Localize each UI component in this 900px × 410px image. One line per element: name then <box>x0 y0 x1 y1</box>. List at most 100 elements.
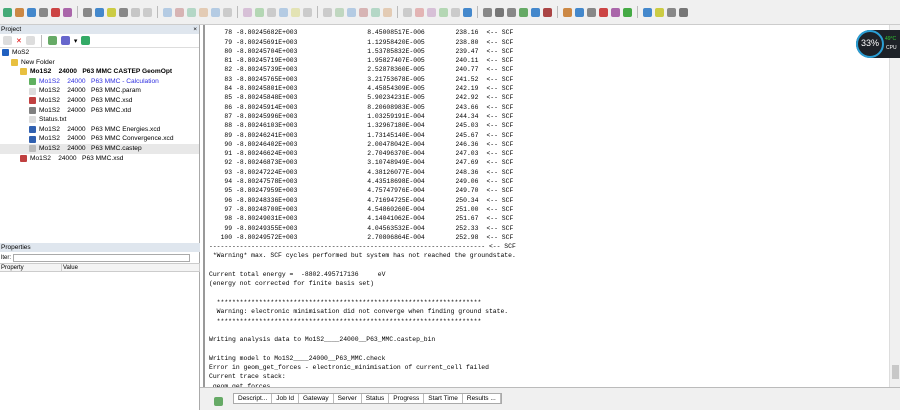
toolbar-button-icon[interactable] <box>587 7 596 17</box>
scf-change: 4.38126077E-004 <box>367 168 425 176</box>
toolbar-button-icon[interactable] <box>255 7 264 17</box>
toolbar-button-icon[interactable] <box>303 7 312 17</box>
tree-item[interactable]: Mo1S2 24000 P63 MMC - Calculation <box>0 77 199 87</box>
toolbar-button-icon[interactable] <box>175 7 184 17</box>
refresh-icon[interactable] <box>47 36 57 45</box>
toolbar-button-icon[interactable] <box>667 7 676 17</box>
scf-time: 251.00 <box>455 205 479 213</box>
toolbar-button-icon[interactable] <box>83 7 92 17</box>
toolbar-button-icon[interactable] <box>163 7 172 17</box>
toolbar-button-icon[interactable] <box>679 7 688 17</box>
scf-time: 238.80 <box>455 38 479 46</box>
toolbar-button-icon[interactable] <box>63 7 72 17</box>
toolbar-button-icon[interactable] <box>563 7 572 17</box>
job-column-header[interactable]: Gateway <box>299 394 334 403</box>
toolbar-button-icon[interactable] <box>483 7 492 17</box>
toolbar-button-icon[interactable] <box>187 7 196 17</box>
tree-item[interactable]: Mo1S2 24000 P63 MMC.castep <box>0 143 199 154</box>
toolbar-button-icon[interactable] <box>39 7 48 17</box>
toolbar-button-icon[interactable] <box>531 7 540 17</box>
toolbar-button-icon[interactable] <box>27 7 36 17</box>
job-column-header[interactable]: Results ... <box>463 394 501 403</box>
tree-item[interactable]: Mo1S2 24000 P63 MMC.xsd <box>0 154 199 164</box>
tree-item-label: MoS2 <box>12 49 30 56</box>
toolbar-button-icon[interactable] <box>267 7 276 17</box>
tree-item[interactable]: Mo1S2 24000 P63 MMC.xtd <box>0 106 199 116</box>
tree-item[interactable]: MoS2 <box>0 48 199 58</box>
toolbar-button-icon[interactable] <box>495 7 504 17</box>
toolbar-button-icon[interactable] <box>371 7 380 17</box>
toolbar-button-icon[interactable] <box>643 7 652 17</box>
toolbar-button-icon[interactable] <box>143 7 152 17</box>
toolbar-button-icon[interactable] <box>451 7 460 17</box>
import-icon[interactable] <box>81 36 91 45</box>
toolbar-button-icon[interactable] <box>131 7 140 17</box>
scf-tag: <-- SCF <box>486 75 514 83</box>
filter-input[interactable] <box>13 253 190 262</box>
toolbar-button-icon[interactable] <box>223 7 232 17</box>
toolbar-button-icon[interactable] <box>507 7 516 17</box>
tree-item[interactable]: Mo1S2 24000 P63 MMC Energies.xcd <box>0 125 199 135</box>
cpu-temperature: 49°C <box>885 36 897 42</box>
tree-item[interactable]: Mo1S2 24000 P63 MMC.xsd <box>0 96 199 106</box>
new-icon[interactable] <box>3 36 12 45</box>
job-column-header[interactable]: Status <box>362 394 390 403</box>
vertical-scrollbar[interactable] <box>889 25 900 387</box>
toolbar-button-icon[interactable] <box>439 7 448 17</box>
toolbar-button-icon[interactable] <box>335 7 344 17</box>
sort-icon[interactable] <box>60 36 70 45</box>
scrollbar-thumb[interactable] <box>892 365 899 379</box>
toolbar-button-icon[interactable] <box>383 7 392 17</box>
job-column-header[interactable]: Descript... <box>234 394 273 403</box>
castep-output-view[interactable]: 77-8.80245675E+0036.55791584E-006237.48<… <box>203 25 890 387</box>
toolbar-button-icon[interactable] <box>403 7 412 17</box>
toolbar-button-icon[interactable] <box>279 7 288 17</box>
toolbar-button-icon[interactable] <box>291 7 300 17</box>
tree-item-label: Mo1S2 24000 P63 MMC Energies.xcd <box>39 125 161 133</box>
job-column-header[interactable]: Job Id <box>272 394 299 403</box>
copy-icon[interactable] <box>25 36 35 45</box>
toolbar-button-icon[interactable] <box>359 7 368 17</box>
col-value[interactable]: Value <box>62 264 200 271</box>
tree-item[interactable]: Mo1S2 24000 P63 MMC CASTEP GeomOpt <box>0 67 199 77</box>
job-column-header[interactable]: Progress <box>389 394 425 403</box>
toolbar-button-icon[interactable] <box>199 7 208 17</box>
toolbar-button-icon[interactable] <box>95 7 104 17</box>
toolbar-button-icon[interactable] <box>427 7 436 17</box>
toolbar-button-icon[interactable] <box>107 7 116 17</box>
tree-item[interactable]: Status.txt <box>0 115 199 125</box>
toolbar-button-icon[interactable] <box>211 7 220 17</box>
close-icon[interactable]: × <box>193 25 197 34</box>
tree-item[interactable]: New Folder <box>0 58 199 68</box>
toolbar-button-icon[interactable] <box>623 7 632 17</box>
toolbar-button-icon[interactable] <box>323 7 332 17</box>
job-column-header[interactable]: Server <box>334 394 362 403</box>
toolbar-button-icon[interactable] <box>119 7 128 17</box>
scf-change: 2.00478042E-004 <box>367 140 425 148</box>
tree-item[interactable]: Mo1S2 24000 P63 MMC.param <box>0 86 199 96</box>
scf-iter: 89 <box>224 131 233 139</box>
job-column-header[interactable]: Start Time <box>424 394 463 403</box>
dropdown-icon[interactable]: ▾ <box>74 37 78 45</box>
toolbar-button-icon[interactable] <box>15 7 24 17</box>
toolbar-button-icon[interactable] <box>599 7 608 17</box>
toolbar-button-icon[interactable] <box>519 7 528 17</box>
toolbar-button-icon[interactable] <box>543 7 552 17</box>
toolbar-button-icon[interactable] <box>463 7 472 17</box>
scf-energy: -8.80247578E+003 <box>236 178 298 186</box>
refresh-jobs-icon[interactable] <box>214 397 223 406</box>
toolbar-button-icon[interactable] <box>347 7 356 17</box>
toolbar-button-icon[interactable] <box>655 7 664 17</box>
toolbar-button-icon[interactable] <box>611 7 620 17</box>
toolbar-button-icon[interactable] <box>575 7 584 17</box>
toolbar-button-icon[interactable] <box>415 7 424 17</box>
scf-tag: <-- SCF <box>486 178 514 186</box>
toolbar-button-icon[interactable] <box>51 7 60 17</box>
delete-icon[interactable]: ✕ <box>16 37 22 45</box>
col-property[interactable]: Property <box>0 264 62 271</box>
tree-item[interactable]: Mo1S2 24000 P63 MMC Convergence.xcd <box>0 134 199 144</box>
log-line: ****************************************… <box>209 298 482 306</box>
toolbar-button-icon[interactable] <box>243 7 252 17</box>
scf-row: 79 -8.80245691E+003 1.12958420E-005 238.80 <… <box>209 38 890 47</box>
toolbar-button-icon[interactable] <box>3 7 12 17</box>
